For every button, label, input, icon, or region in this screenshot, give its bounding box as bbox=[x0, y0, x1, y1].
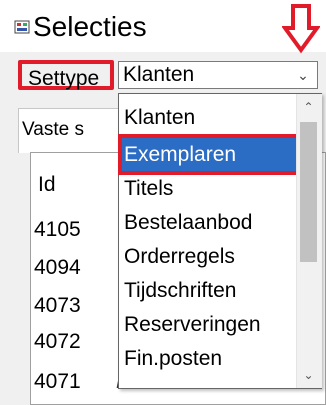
settype-label: Settype bbox=[18, 60, 114, 90]
title-bar: Selecties bbox=[0, 0, 326, 54]
window-title: Selecties bbox=[33, 11, 147, 42]
column-header-id[interactable]: Id bbox=[30, 162, 124, 208]
dropdown-item-tijdschriften[interactable]: Tijdschriften bbox=[122, 274, 296, 307]
chevron-down-icon[interactable]: ⌄ bbox=[291, 63, 315, 87]
dropdown-item-exemplaren[interactable]: Exemplaren bbox=[118, 134, 300, 175]
selection-window-icon bbox=[14, 19, 30, 35]
down-arrow-annotation-icon bbox=[281, 4, 321, 54]
scrollbar-thumb[interactable] bbox=[300, 122, 317, 262]
dropdown-item-klanten[interactable]: Klanten bbox=[122, 101, 296, 134]
dropdown-item-fin-posten[interactable]: Fin.posten bbox=[122, 342, 296, 375]
selecties-window: Selecties Settype Klanten ⌄ Vaste s Id 4… bbox=[0, 0, 326, 405]
scroll-up-icon[interactable]: ⌃ bbox=[298, 96, 319, 118]
row-id: 4071 bbox=[34, 370, 81, 393]
dropdown-item-titels[interactable]: Titels bbox=[122, 172, 296, 205]
scroll-down-icon[interactable]: ⌄ bbox=[298, 364, 319, 386]
settype-selected-value: Klanten bbox=[123, 63, 195, 86]
tab-label: Vaste s bbox=[22, 119, 84, 140]
dropdown-item-reserveringen[interactable]: Reserveringen bbox=[122, 308, 296, 341]
dropdown-item-bestelaanbod[interactable]: Bestelaanbod bbox=[122, 206, 296, 239]
row-id: 4105 bbox=[34, 218, 81, 241]
settype-select[interactable]: Klanten ⌄ bbox=[118, 61, 318, 89]
dropdown-item-orderregels[interactable]: Orderregels bbox=[122, 240, 296, 273]
row-id: 4094 bbox=[34, 256, 81, 279]
